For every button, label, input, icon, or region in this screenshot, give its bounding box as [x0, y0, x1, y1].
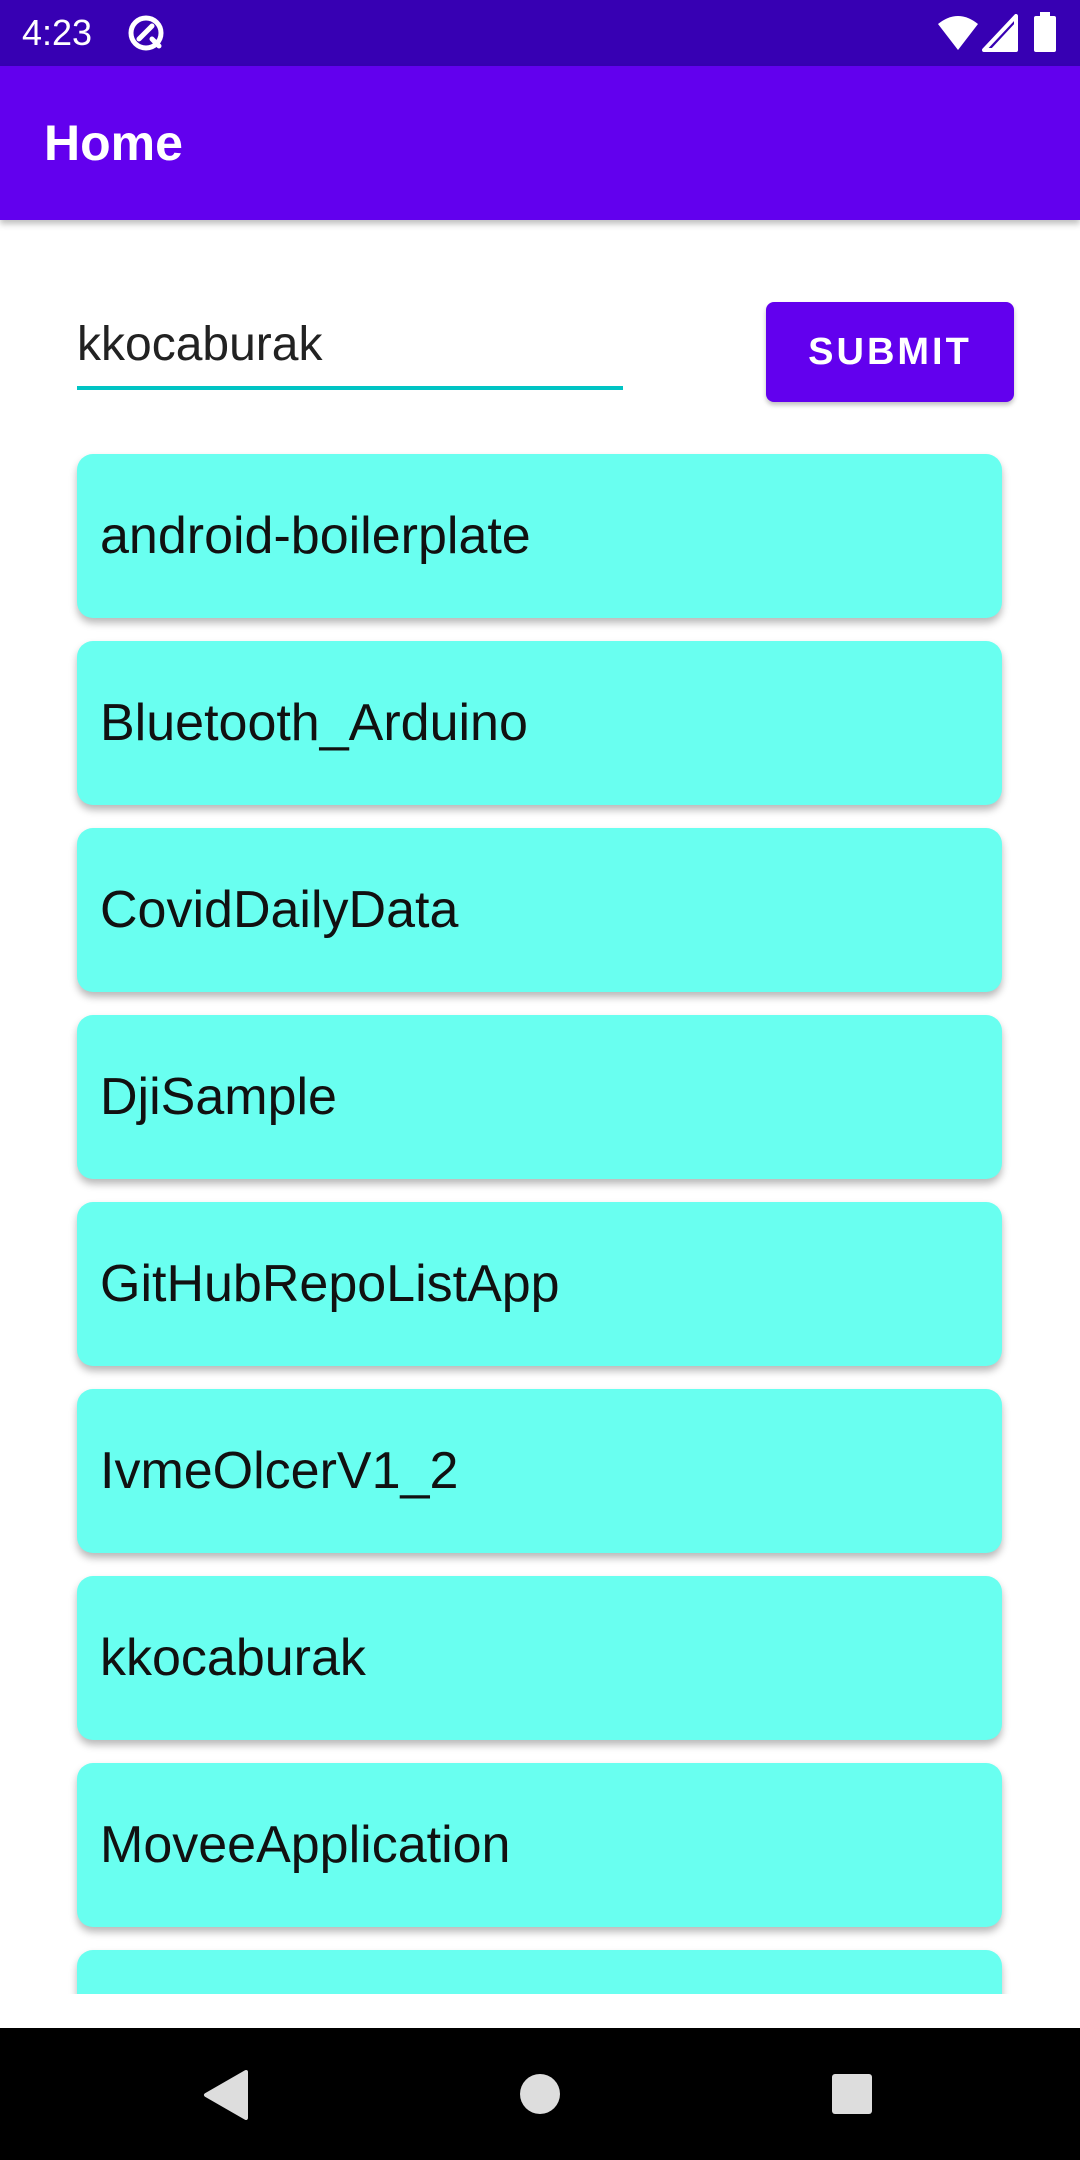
repo-card[interactable]: Bluetooth_Arduino — [77, 641, 1002, 805]
repo-card[interactable]: kkocaburak — [77, 1576, 1002, 1740]
repo-name: kkocaburak — [100, 1629, 366, 1687]
repo-list[interactable]: android-boilerplate Bluetooth_Arduino Co… — [0, 440, 1080, 1994]
repo-name: IvmeOlcerV1_2 — [100, 1442, 459, 1500]
repo-card[interactable]: GitHubRepoListApp — [77, 1202, 1002, 1366]
home-icon[interactable] — [518, 2072, 562, 2116]
back-icon[interactable] — [202, 2070, 248, 2120]
repo-name: MoveeApplication — [100, 1816, 511, 1874]
repo-card[interactable]: android-boilerplate — [77, 454, 1002, 618]
repo-card[interactable]: IvmeOlcerV1_2 — [77, 1389, 1002, 1553]
recents-icon[interactable] — [830, 2072, 874, 2116]
app-notification-icon — [128, 15, 164, 51]
repo-card[interactable] — [77, 1950, 1002, 1994]
username-input[interactable] — [77, 310, 623, 390]
page-title: Home — [44, 115, 183, 171]
status-bar: 4:23 — [0, 0, 1080, 66]
status-time: 4:23 — [22, 12, 93, 53]
repo-card[interactable]: DjiSample — [77, 1015, 1002, 1179]
wifi-icon — [938, 16, 978, 50]
repo-name: GitHubRepoListApp — [100, 1255, 560, 1313]
submit-button[interactable]: SUBMIT — [766, 302, 1014, 402]
repo-name: CovidDailyData — [100, 881, 459, 939]
repo-card[interactable]: MoveeApplication — [77, 1763, 1002, 1927]
signal-icon — [982, 14, 1018, 52]
navigation-bar — [0, 2028, 1080, 2160]
repo-name: Bluetooth_Arduino — [100, 694, 528, 752]
repo-name: DjiSample — [100, 1068, 337, 1126]
repo-name: android-boilerplate — [100, 507, 531, 565]
app-bar: Home — [0, 66, 1080, 220]
repo-card[interactable]: CovidDailyData — [77, 828, 1002, 992]
battery-icon — [1034, 12, 1056, 52]
